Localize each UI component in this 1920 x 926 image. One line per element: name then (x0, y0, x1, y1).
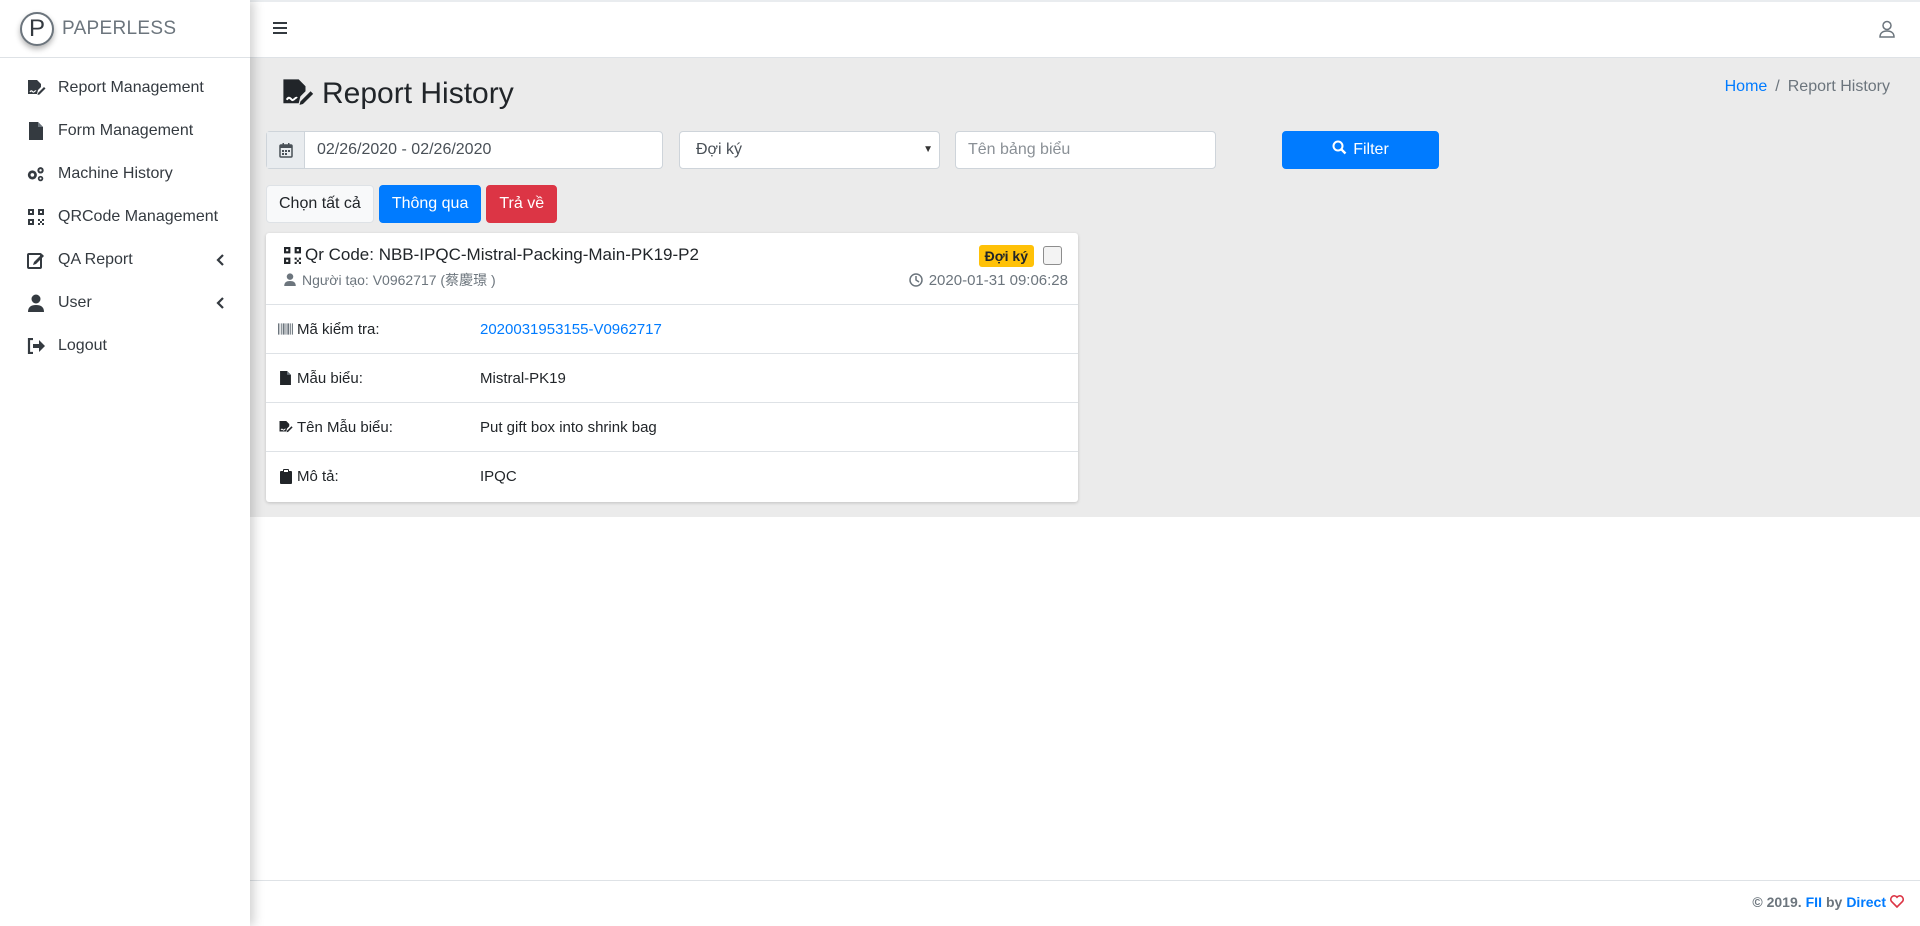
team-link[interactable]: Direct (1846, 894, 1886, 910)
status-select-value: Đợi ký (696, 141, 743, 158)
breadcrumb-separator: / (1775, 78, 1780, 95)
search-icon (1332, 140, 1347, 160)
clipboard-icon (278, 469, 293, 484)
qr-code-line: Qr Code: NBB-IPQC-Mistral-Packing-Main-P… (284, 245, 699, 265)
sidebar-item-label: Machine History (58, 164, 173, 182)
filter-button[interactable]: Filter (1282, 131, 1439, 169)
sidebar-item-qrcode-management[interactable]: QRCode Management (0, 195, 250, 238)
breadcrumb-home-link[interactable]: Home (1725, 78, 1768, 96)
creator-line: Người tạo: V0962717 (蔡慶璟 ) (284, 270, 496, 290)
date-range-value: 02/26/2020 - 02/26/2020 (317, 141, 492, 158)
chevron-left-icon (212, 252, 228, 268)
chevron-left-icon (212, 295, 228, 311)
qrcode-icon (26, 207, 46, 227)
top-navbar (250, 0, 1920, 58)
approve-button[interactable]: Thông qua (378, 185, 482, 223)
by-text: by (1825, 894, 1843, 910)
sign-out-icon (26, 336, 46, 356)
detail-label-text: Mô tả: (297, 468, 339, 485)
footer: © 2019. FII by Direct (250, 880, 1920, 922)
org-link[interactable]: FII (1806, 894, 1822, 910)
qr-code-label: Qr Code: NBB-IPQC-Mistral-Packing-Main-P… (305, 245, 699, 264)
barcode-icon (278, 322, 293, 337)
file-signature-icon (280, 77, 314, 111)
user-icon (26, 293, 46, 313)
brand-name: PAPERLESS (62, 17, 177, 39)
timestamp-line: 2020-01-31 09:06:28 (908, 272, 1068, 289)
date-range-picker[interactable]: 02/26/2020 - 02/26/2020 (266, 131, 663, 169)
file-icon (278, 371, 293, 386)
status-badge: Đợi ký (978, 245, 1034, 267)
sidebar-item-logout[interactable]: Logout (0, 324, 250, 367)
sidebar: P PAPERLESS Report Management Form Manag… (0, 0, 250, 926)
detail-label: Mã kiểm tra: (278, 321, 380, 338)
report-card: Qr Code: NBB-IPQC-Mistral-Packing-Main-P… (266, 233, 1078, 502)
detail-row-form: Mẫu biểu: Mistral-PK19 (266, 354, 1078, 403)
footer-credit: © 2019. FII by Direct (1752, 894, 1905, 910)
detail-row-description: Mô tả: IPQC (266, 452, 1078, 501)
user-account-icon[interactable] (1878, 20, 1898, 40)
detail-value: Put gift box into shrink bag (480, 418, 657, 436)
detail-label-text: Mẫu biểu: (297, 369, 363, 387)
detail-label-text: Tên Mẫu biểu: (297, 418, 393, 436)
detail-label: Mô tả: (278, 468, 339, 485)
file-icon (26, 121, 46, 141)
breadcrumb-current: Report History (1787, 78, 1890, 95)
sidebar-nav: Report Management Form Management Machin… (0, 66, 250, 367)
page-title: Report History (322, 77, 514, 110)
file-signature-icon (278, 420, 293, 435)
select-all-button[interactable]: Chọn tất cả (266, 185, 374, 223)
detail-row-form-name: Tên Mẫu biểu: Put gift box into shrink b… (266, 403, 1078, 452)
sidebar-item-label: Logout (58, 336, 107, 354)
check-code-link[interactable]: 2020031953155-V0962717 (480, 321, 662, 338)
sidebar-item-machine-history[interactable]: Machine History (0, 152, 250, 195)
creator-label: Người tạo: V0962717 (蔡慶璟 ) (302, 272, 496, 288)
breadcrumb: Home / Report History (1725, 78, 1890, 96)
return-button[interactable]: Trả về (486, 185, 558, 223)
sidebar-item-label: Report Management (58, 78, 204, 96)
detail-row-check-code: Mã kiểm tra: 2020031953155-V0962717 (266, 305, 1078, 354)
bulk-actions: Chọn tất cả Thông qua Trả về (266, 185, 558, 223)
brand[interactable]: P PAPERLESS (0, 0, 250, 58)
form-name-input[interactable] (955, 131, 1216, 169)
clock-icon (908, 273, 924, 288)
detail-value: IPQC (480, 468, 517, 485)
detail-label: Mẫu biểu: (278, 370, 363, 387)
sidebar-item-label: QRCode Management (58, 207, 219, 225)
detail-label: Tên Mẫu biểu: (278, 419, 393, 436)
calendar-icon[interactable] (267, 132, 305, 168)
copyright: © 2019. (1752, 894, 1802, 910)
cogs-icon (26, 164, 46, 184)
report-select-checkbox[interactable] (1043, 246, 1062, 265)
page-header: Report History (280, 72, 514, 116)
hamburger-menu-icon[interactable] (272, 20, 290, 38)
main-content: Report History Home / Report History 02/… (250, 58, 1920, 517)
sidebar-item-user[interactable]: User (0, 281, 250, 324)
sidebar-item-label: QA Report (58, 250, 133, 268)
sidebar-item-qa-report[interactable]: QA Report (0, 238, 250, 281)
sidebar-item-label: User (58, 293, 92, 311)
edit-icon (26, 250, 46, 270)
filter-button-label: Filter (1353, 141, 1389, 158)
timestamp-value: 2020-01-31 09:06:28 (928, 272, 1068, 289)
sidebar-item-report-management[interactable]: Report Management (0, 66, 250, 109)
heart-icon (1889, 895, 1905, 909)
brand-logo: P (20, 11, 54, 46)
detail-label-text: Mã kiểm tra: (297, 320, 380, 338)
caret-down-icon: ▼ (923, 144, 933, 155)
status-select[interactable]: Đợi ký ▼ (679, 131, 940, 169)
sidebar-item-form-management[interactable]: Form Management (0, 109, 250, 152)
user-icon (284, 273, 298, 287)
file-signature-icon (26, 78, 46, 98)
detail-value: Mistral-PK19 (480, 369, 566, 387)
sidebar-item-label: Form Management (58, 121, 194, 139)
qrcode-icon (284, 246, 301, 264)
report-card-header: Qr Code: NBB-IPQC-Mistral-Packing-Main-P… (266, 233, 1078, 305)
